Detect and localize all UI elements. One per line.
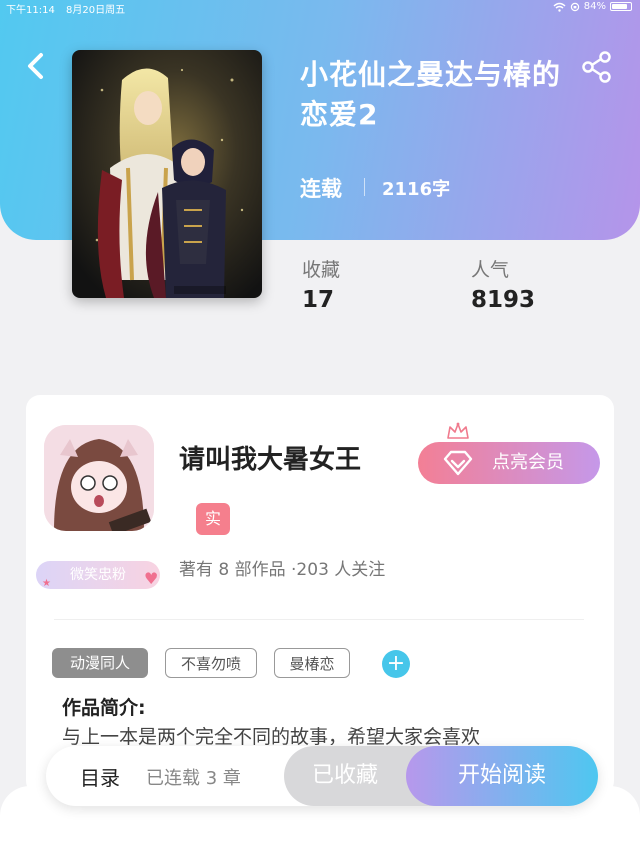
intro-text: 与上一本是两个完全不同的故事，希望大家会喜欢	[62, 726, 481, 745]
book-cover[interactable]	[72, 50, 262, 298]
heart-icon: ♥	[144, 569, 159, 588]
stat-favorites-value: 17	[302, 287, 335, 313]
battery-percent: 84%	[583, 1, 606, 12]
book-status: 连载	[300, 177, 342, 201]
fan-badge: 微笑忠粉	[36, 561, 160, 589]
status-date: 8月20日周五	[66, 5, 126, 16]
battery-icon	[610, 2, 632, 11]
vip-button-label: 点亮会员	[492, 452, 564, 473]
diamond-icon	[443, 450, 473, 476]
stat-popularity-value: 8193	[471, 287, 536, 313]
bottom-action-bar: 目录 已连载 3 章 已收藏 开始阅读	[46, 746, 598, 806]
author-stats: 著有 8 部作品 ·203 人关注	[179, 560, 386, 580]
tag-anime-fanfic[interactable]: 动漫同人	[52, 648, 148, 678]
author-card: 微笑忠粉 ★ ♥ 请叫我大暑女王 点亮会员 实 著有 8 部作品 ·203 人关…	[26, 395, 614, 795]
cover-illustration	[72, 50, 262, 298]
rotation-lock-icon	[570, 2, 579, 11]
status-time: 下午11:14	[6, 5, 55, 16]
author-avatar[interactable]	[44, 425, 154, 531]
star-icon: ★	[42, 578, 51, 589]
share-icon[interactable]	[580, 50, 614, 84]
crown-icon	[447, 422, 469, 439]
meta-divider	[364, 178, 365, 196]
battery-fill	[612, 4, 628, 9]
intro-title: 作品简介:	[62, 697, 146, 719]
chapter-count: 已连载 3 章	[146, 768, 241, 789]
status-bar: 下午11:14 8月20日周五 84%	[0, 0, 640, 16]
card-divider	[54, 619, 584, 620]
book-title: 小花仙之曼达与椿的恋爱2	[300, 58, 562, 131]
verified-badge: 实	[196, 503, 230, 535]
tag-no-flaming[interactable]: 不喜勿喷	[165, 648, 257, 678]
toc-button[interactable]: 目录	[80, 762, 120, 791]
tag-couple[interactable]: 曼椿恋	[274, 648, 350, 678]
stat-popularity-label: 人气	[471, 259, 510, 281]
start-reading-button[interactable]: 开始阅读	[406, 746, 598, 806]
book-word-count: 2116字	[382, 179, 451, 200]
stat-favorites-label: 收藏	[302, 259, 341, 281]
author-name[interactable]: 请叫我大暑女王	[179, 439, 361, 476]
wifi-icon	[553, 2, 566, 12]
back-icon[interactable]	[22, 50, 50, 82]
add-tag-button[interactable]: +	[382, 650, 410, 678]
activate-vip-button[interactable]: 点亮会员	[418, 442, 600, 484]
